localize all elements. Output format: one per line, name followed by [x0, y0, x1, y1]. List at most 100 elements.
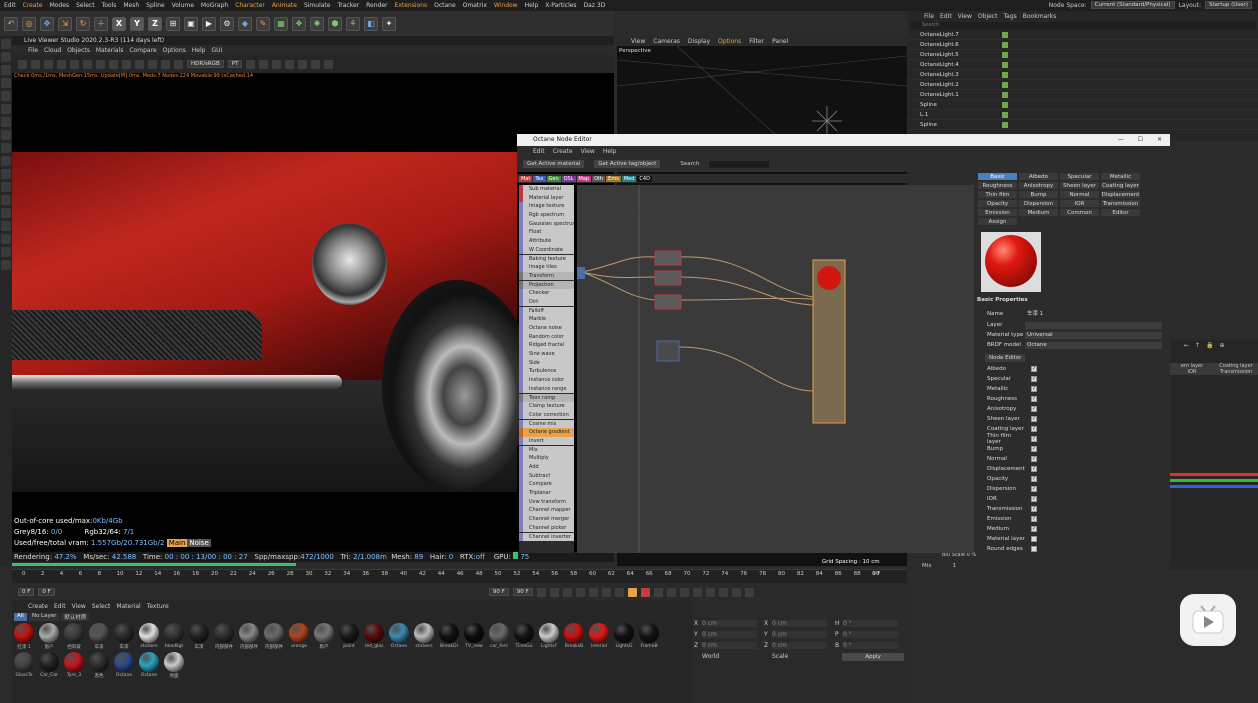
- channel-checkbox[interactable]: ✓: [1031, 366, 1037, 372]
- channel-checkbox[interactable]: ✓: [1031, 526, 1037, 532]
- live-viewer-menu-item[interactable]: Options: [163, 47, 186, 54]
- object-row[interactable]: OctaneLight.4: [908, 60, 1258, 70]
- autokey-icon[interactable]: [640, 587, 650, 597]
- rotation-key-icon[interactable]: [679, 587, 689, 597]
- property-tab[interactable]: Dispersion: [1018, 199, 1059, 208]
- position-key-icon[interactable]: [666, 587, 676, 597]
- menu-item-7[interactable]: Volume: [172, 2, 194, 9]
- material-menu-item[interactable]: Material: [116, 603, 140, 610]
- menu-item-1[interactable]: Create: [23, 2, 43, 9]
- node-list-item[interactable]: Octane gradient: [519, 428, 574, 437]
- node-tab-c4d[interactable]: C4D: [637, 175, 652, 182]
- node-tab-osl[interactable]: OSL: [561, 175, 576, 182]
- save-icon[interactable]: [109, 59, 118, 69]
- menu-item-10[interactable]: Animate: [272, 2, 297, 9]
- layout-select[interactable]: Startup (User): [1205, 1, 1252, 9]
- material-swatch[interactable]: FrameB: [637, 623, 661, 650]
- live-viewer-menu-item[interactable]: Objects: [67, 47, 90, 54]
- coord-position-field[interactable]: 0 cm: [702, 620, 757, 627]
- tool-icon[interactable]: [1, 130, 11, 140]
- object-visibility-icon[interactable]: [1002, 51, 1008, 58]
- render-picture-viewer-icon[interactable]: ▶: [202, 16, 216, 31]
- property-tab[interactable]: Displacement: [1100, 190, 1141, 199]
- render-view-icon[interactable]: ▣: [184, 16, 198, 31]
- material-swatch[interactable]: headligt: [162, 623, 186, 650]
- coordinate-system-icon[interactable]: ⊞: [166, 16, 180, 31]
- node-list-item[interactable]: Invert: [519, 436, 574, 446]
- tool-icon[interactable]: [1, 65, 11, 75]
- tool-icon[interactable]: [1, 143, 11, 153]
- scale-key-icon[interactable]: [692, 587, 702, 597]
- x-axis-icon[interactable]: X: [112, 16, 126, 31]
- node-list-item[interactable]: Dirt: [519, 297, 574, 307]
- node-list-item[interactable]: Sine wave: [519, 350, 574, 359]
- property-tab[interactable]: Roughness: [977, 181, 1018, 190]
- channel-checkbox[interactable]: ✓: [1031, 486, 1037, 492]
- node-search-input[interactable]: [709, 160, 770, 168]
- get-active-tag-button[interactable]: Get Active tag/object: [594, 160, 661, 168]
- material-icon[interactable]: [298, 59, 308, 69]
- subdivision-icon[interactable]: ▦: [274, 16, 288, 31]
- new-panel-icon[interactable]: ⊕: [1220, 342, 1225, 349]
- channel-checkbox[interactable]: ✓: [1031, 436, 1037, 442]
- main-tag[interactable]: Main: [166, 539, 188, 547]
- node-list-item[interactable]: Triplanar: [519, 489, 574, 498]
- node-list-item[interactable]: Projection: [519, 280, 574, 290]
- material-swatch[interactable]: paint: [337, 623, 361, 650]
- object-row[interactable]: OctaneLight.7: [908, 30, 1258, 40]
- property-tab[interactable]: Emission: [977, 208, 1018, 217]
- tool-icon[interactable]: [1, 260, 11, 270]
- scene-icon[interactable]: ⚘: [346, 16, 360, 31]
- channel-checkbox[interactable]: ✓: [1031, 516, 1037, 522]
- node-editor-button[interactable]: Node Editor: [985, 354, 1026, 362]
- object-visibility-icon[interactable]: [1002, 121, 1008, 128]
- node-list-item[interactable]: Channel mapper: [519, 506, 574, 515]
- node-list-item[interactable]: Random color: [519, 332, 574, 342]
- property-tab[interactable]: Assign: [977, 217, 1018, 226]
- material-filter-tab[interactable]: All: [14, 613, 27, 621]
- move-icon[interactable]: ✥: [40, 16, 54, 31]
- apply-button[interactable]: Apply: [842, 653, 904, 661]
- object-visibility-icon[interactable]: [1002, 31, 1008, 38]
- material-swatch[interactable]: 黑色: [87, 652, 111, 679]
- menu-item-9[interactable]: Character: [235, 2, 265, 9]
- viewport-menu-item[interactable]: Options: [718, 38, 741, 45]
- light-icon[interactable]: ✦: [382, 16, 396, 31]
- node-list-item[interactable]: Attribute: [519, 237, 574, 246]
- object-row[interactable]: L.1: [908, 110, 1258, 120]
- next-frame-icon[interactable]: [588, 587, 598, 597]
- tool-icon[interactable]: [1, 182, 11, 192]
- menu-item-3[interactable]: Select: [76, 2, 95, 9]
- first-frame-icon[interactable]: [536, 587, 546, 597]
- material-swatch[interactable]: Car_Car: [37, 652, 61, 679]
- region-icon[interactable]: [83, 59, 92, 69]
- property-tab[interactable]: Normal: [1059, 190, 1100, 199]
- node-list-item[interactable]: Compare: [519, 480, 574, 489]
- coord-size-field[interactable]: 0 cm: [772, 620, 827, 627]
- node-tab-med[interactable]: Med: [621, 175, 637, 182]
- node-list-item[interactable]: Subtract: [519, 471, 574, 481]
- color-mode-select[interactable]: HDR/sRGB: [187, 60, 224, 68]
- node-list-item[interactable]: Marble: [519, 315, 574, 324]
- property-tab[interactable]: Basic: [977, 172, 1018, 181]
- menu-item-2[interactable]: Modes: [50, 2, 69, 9]
- material-swatch[interactable]: 车漆: [187, 623, 211, 650]
- coord-size-field[interactable]: 0 cm: [772, 642, 827, 649]
- param-key-icon[interactable]: [705, 587, 715, 597]
- material-swatch[interactable]: TiresGu: [512, 623, 536, 650]
- material-filter-tab[interactable]: No Layer: [28, 613, 60, 621]
- z-axis-icon[interactable]: Z: [148, 16, 162, 31]
- restart-icon[interactable]: [57, 59, 66, 69]
- prev-key-icon[interactable]: [549, 587, 559, 597]
- live-selection-icon[interactable]: ◎: [22, 16, 36, 31]
- cloner-icon[interactable]: ❖: [292, 16, 306, 31]
- tool-icon[interactable]: [1, 221, 11, 231]
- record-icon[interactable]: [627, 587, 637, 597]
- tool-icon[interactable]: [1, 195, 11, 205]
- material-type-select[interactable]: Universal: [1025, 331, 1162, 339]
- material-swatch[interactable]: car_forc: [487, 623, 511, 650]
- lock-icon[interactable]: 🔒: [1206, 342, 1213, 349]
- property-tab[interactable]: Sheen layer: [1059, 181, 1100, 190]
- mix-value[interactable]: 1: [953, 563, 957, 569]
- tool-icon[interactable]: [1, 78, 11, 88]
